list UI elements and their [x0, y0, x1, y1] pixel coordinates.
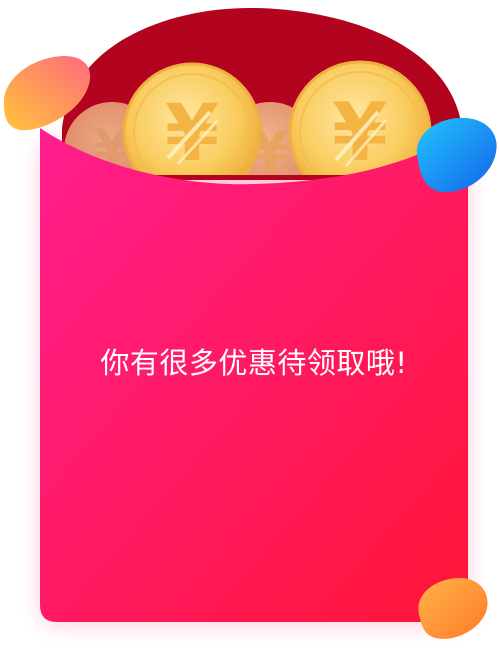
decorative-blob-icon [416, 117, 497, 193]
promo-message: 你有很多优惠待领取哦! [100, 346, 408, 380]
red-envelope-card: ¥ ¥ ¥ ¥ [0, 0, 499, 648]
red-envelope-illustration: ¥ ¥ ¥ ¥ [3, 8, 497, 639]
